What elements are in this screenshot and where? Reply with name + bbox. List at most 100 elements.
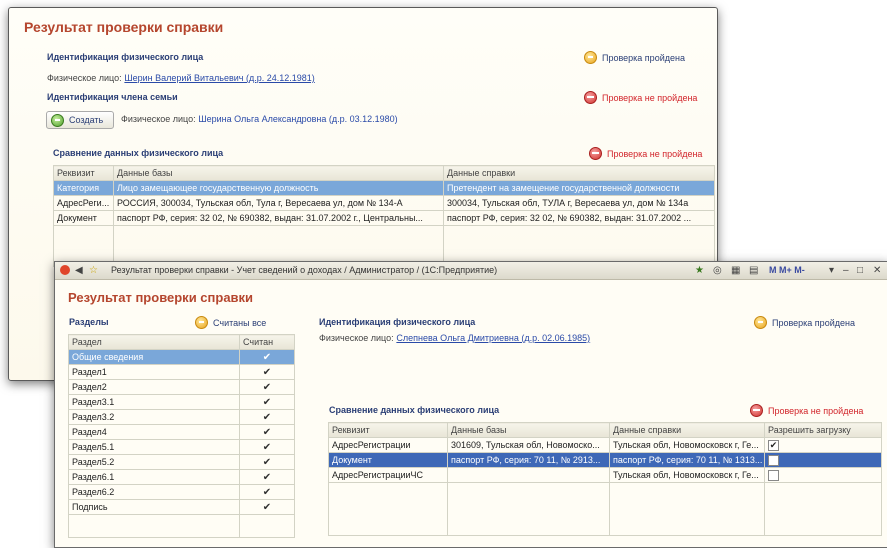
calendar-icon[interactable]: ▤ [749, 265, 758, 276]
compare-table: Реквизит Данные базы Данные справки Кате… [53, 165, 715, 267]
person-section-title: Идентификация физического лица [319, 317, 476, 327]
section-row[interactable]: Раздел4 ✔ [68, 424, 295, 440]
family-status: Проверка не пройдена [602, 93, 698, 103]
table-cell: Тульская обл, Новомосковск г, Ге... [609, 467, 765, 483]
section-name: Раздел3.2 [68, 409, 240, 425]
table-cell: паспорт РФ, серия: 32 02, № 690382, выда… [443, 210, 715, 226]
table-row[interactable]: АдресРегистрацииЧС Тульская обл, Новомос… [328, 467, 882, 483]
favorite-icon[interactable]: ★ [695, 265, 704, 276]
history-icon[interactable]: ◎ [713, 265, 722, 276]
allow-load-checkbox[interactable]: ✔ [768, 439, 779, 451]
section-read-check: ✔ [239, 484, 295, 500]
compare-status: Проверка не пройдена [607, 149, 703, 159]
column-header[interactable]: Данные справки [609, 422, 765, 438]
column-header[interactable]: Данные базы [447, 422, 610, 438]
section-name: Раздел4 [68, 424, 240, 440]
table-cell: Категория [53, 180, 114, 196]
table-row[interactable]: АдресРегистрации 301609, Тульская обл, Н… [328, 437, 882, 453]
column-header[interactable]: Данные справки [443, 165, 715, 181]
section-name: Раздел5.2 [68, 454, 240, 470]
allow-load-cell [764, 452, 882, 468]
check-passed-icon [584, 51, 597, 64]
column-header[interactable]: Разрешить загрузку [764, 422, 882, 438]
family-label: Физическое лицо: [121, 114, 196, 124]
column-header[interactable]: Реквизит [328, 422, 448, 438]
section-read-check: ✔ [239, 454, 295, 470]
person-row: Физическое лицо: Шерин Валерий Витальеви… [47, 73, 315, 84]
window-title: Результат проверки справки - Учет сведен… [111, 265, 498, 275]
person-section-title: Идентификация физического лица [47, 52, 204, 62]
sections-read-icon [195, 316, 208, 329]
person-link[interactable]: Шерин Валерий Витальевич (д.р. 24.12.198… [124, 73, 314, 83]
page-title: Результат проверки справки [68, 290, 254, 305]
table-row[interactable]: Документ паспорт РФ, серия: 32 02, № 690… [53, 210, 715, 226]
section-row[interactable]: Раздел6.2 ✔ [68, 484, 295, 500]
table-cell: паспорт РФ, серия: 32 02, № 690382, выда… [113, 210, 444, 226]
section-read-check: ✔ [239, 349, 295, 365]
table-row[interactable]: Категория Лицо замещающее государственну… [53, 180, 715, 196]
section-row[interactable]: Раздел6.1 ✔ [68, 469, 295, 485]
section-read-check: ✔ [239, 409, 295, 425]
close-icon[interactable]: ✕ [873, 265, 881, 276]
column-header[interactable]: Раздел [68, 334, 240, 350]
memory-buttons[interactable]: M M+ M- [769, 265, 805, 275]
section-name: Раздел1 [68, 364, 240, 380]
table-row-empty [328, 482, 882, 536]
section-row[interactable]: Раздел5.2 ✔ [68, 454, 295, 470]
section-read-check: ✔ [239, 379, 295, 395]
calculator-icon[interactable]: ▦ [731, 265, 740, 276]
family-row: Физическое лицо: Шерина Ольга Александро… [121, 114, 398, 125]
minimize-icon[interactable]: – [843, 265, 849, 276]
table-cell: Документ [53, 210, 114, 226]
compare-title: Сравнение данных физического лица [53, 148, 224, 158]
person-status: Проверка пройдена [772, 318, 855, 328]
table-cell: паспорт РФ, серия: 70 11, № 1313... [609, 452, 765, 468]
section-read-check: ✔ [239, 499, 295, 515]
create-button[interactable]: Создать [46, 111, 114, 129]
section-read-check: ✔ [239, 469, 295, 485]
person-link[interactable]: Слепнева Ольга Дмитриевна (д.р. 02.06.19… [396, 333, 590, 343]
column-header[interactable]: Реквизит [53, 165, 114, 181]
allow-load-cell: ✔ [764, 437, 882, 453]
compare-table: Реквизит Данные базы Данные справки Разр… [328, 422, 882, 536]
table-cell: паспорт РФ, серия: 70 11, № 2913... [447, 452, 610, 468]
allow-load-checkbox[interactable] [768, 469, 779, 481]
section-row[interactable]: Раздел3.1 ✔ [68, 394, 295, 410]
section-name: Раздел2 [68, 379, 240, 395]
section-row[interactable]: Раздел1 ✔ [68, 364, 295, 380]
family-member-link[interactable]: Шерина Ольга Александровна (д.р. 03.12.1… [198, 114, 397, 124]
person-row: Физическое лицо: Слепнева Ольга Дмитриев… [319, 333, 590, 344]
person-label: Физическое лицо: [47, 73, 122, 83]
table-row-empty [68, 514, 295, 538]
person-label: Физическое лицо: [319, 333, 394, 343]
section-read-check: ✔ [239, 439, 295, 455]
section-name: Раздел6.2 [68, 484, 240, 500]
maximize-icon[interactable]: □ [857, 265, 863, 276]
section-row[interactable]: Подпись ✔ [68, 499, 295, 515]
compare-failed-icon [750, 404, 763, 417]
check-passed-icon [754, 316, 767, 329]
person-status: Проверка пройдена [602, 53, 685, 63]
table-cell: 301609, Тульская обл, Новомоско... [447, 437, 610, 453]
table-cell: Документ [328, 452, 448, 468]
section-row[interactable]: Общие сведения ✔ [68, 349, 295, 365]
sections-table: Раздел Считан Общие сведения ✔ Раздел1 ✔ Р… [68, 334, 295, 538]
section-row[interactable]: Раздел3.2 ✔ [68, 409, 295, 425]
column-header[interactable]: Данные базы [113, 165, 444, 181]
table-header-row: Раздел Считан [68, 334, 295, 350]
favorite-star-icon[interactable]: ☆ [89, 265, 98, 276]
allow-load-checkbox[interactable] [768, 454, 779, 466]
section-row[interactable]: Раздел2 ✔ [68, 379, 295, 395]
compare-status: Проверка не пройдена [768, 406, 864, 416]
column-header[interactable]: Считан [239, 334, 295, 350]
section-name: Подпись [68, 499, 240, 515]
section-read-check: ✔ [239, 424, 295, 440]
table-row[interactable]: Документ паспорт РФ, серия: 70 11, № 291… [328, 452, 882, 468]
menu-chevron-icon[interactable]: ▾ [829, 265, 834, 276]
back-icon[interactable]: ◀ [75, 265, 83, 276]
section-name: Общие сведения [68, 349, 240, 365]
create-button-label: Создать [69, 115, 104, 125]
section-name: Раздел5.1 [68, 439, 240, 455]
table-row[interactable]: АдресРеги... РОССИЯ, 300034, Тульская об… [53, 195, 715, 211]
section-row[interactable]: Раздел5.1 ✔ [68, 439, 295, 455]
